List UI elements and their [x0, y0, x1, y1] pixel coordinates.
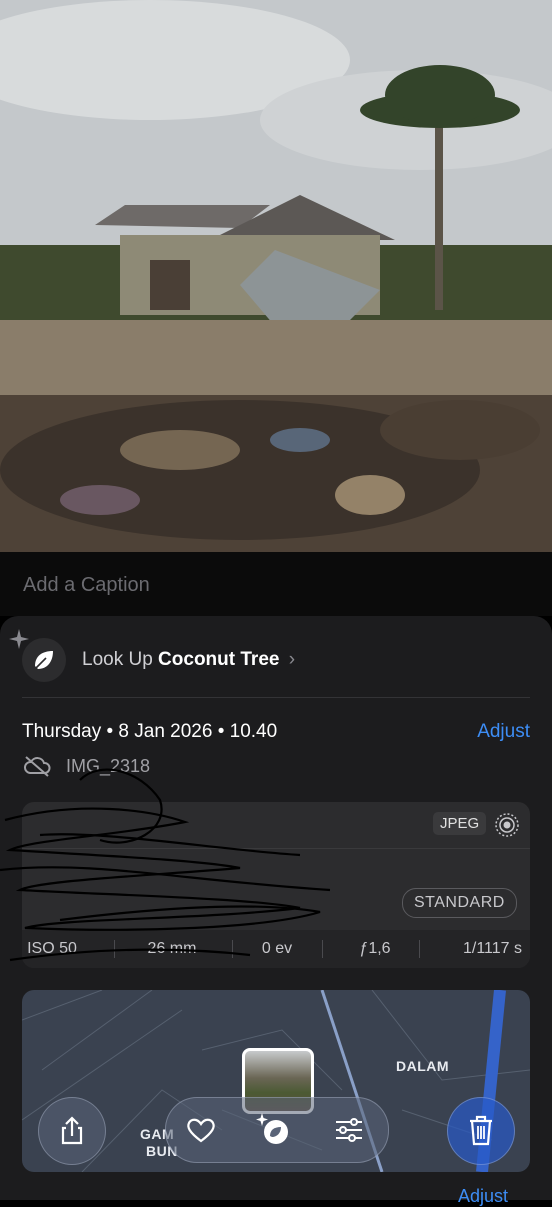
flood-scene-image [0, 0, 552, 552]
adjust-location-button[interactable]: Adjust [458, 1186, 508, 1207]
action-pill [165, 1097, 389, 1163]
divider [22, 848, 530, 849]
adjust-date-button[interactable]: Adjust [477, 721, 530, 743]
style-badge: STANDARD [402, 888, 517, 918]
caption-placeholder: Add a Caption [23, 574, 150, 596]
trash-icon [470, 1115, 492, 1146]
photo-date: Thursday • 8 Jan 2026 • 10.40 [22, 721, 278, 742]
exif-ev: 0 ev [261, 940, 293, 957]
exif-iso: ISO 50 [27, 940, 77, 957]
exif-shutter: 1/1117 s [462, 940, 522, 957]
photo-viewer[interactable] [0, 0, 552, 552]
file-name: IMG_2318 [66, 756, 151, 776]
lookup-subject: Coconut Tree [158, 649, 280, 670]
exif-row: ISO 50 26 mm 0 ev ƒ1,6 1/1117 s [22, 930, 530, 968]
divider [322, 940, 323, 958]
chevron-right-icon: › [288, 649, 296, 670]
caption-field[interactable]: Add a Caption [0, 552, 552, 616]
divider [114, 940, 115, 958]
share-button[interactable] [38, 1097, 106, 1165]
lookup-prefix: Look Up [82, 649, 159, 670]
heart-icon[interactable] [184, 1113, 218, 1147]
file-row: IMG_2318 [22, 754, 150, 783]
visual-lookup-icon[interactable] [254, 1110, 294, 1150]
divider [22, 697, 530, 698]
cloud-slash-icon [24, 756, 51, 777]
leaf-icon [22, 638, 66, 682]
visual-lookup-row[interactable]: Look Up Coconut Tree › [22, 638, 530, 682]
map-label: DALAM [396, 1058, 450, 1074]
exif-focal: 26 mm [147, 940, 197, 957]
share-icon [61, 1116, 83, 1145]
exif-aperture: ƒ1,6 [359, 940, 391, 957]
divider [232, 940, 233, 958]
live-photo-icon[interactable] [493, 811, 521, 839]
delete-button[interactable] [447, 1097, 515, 1165]
format-badge: JPEG [433, 812, 487, 835]
sliders-icon[interactable] [332, 1113, 366, 1147]
camera-info-card: JPEG STANDARD ISO 50 26 mm 0 ev ƒ1,6 1/1… [22, 802, 530, 968]
divider [419, 940, 420, 958]
